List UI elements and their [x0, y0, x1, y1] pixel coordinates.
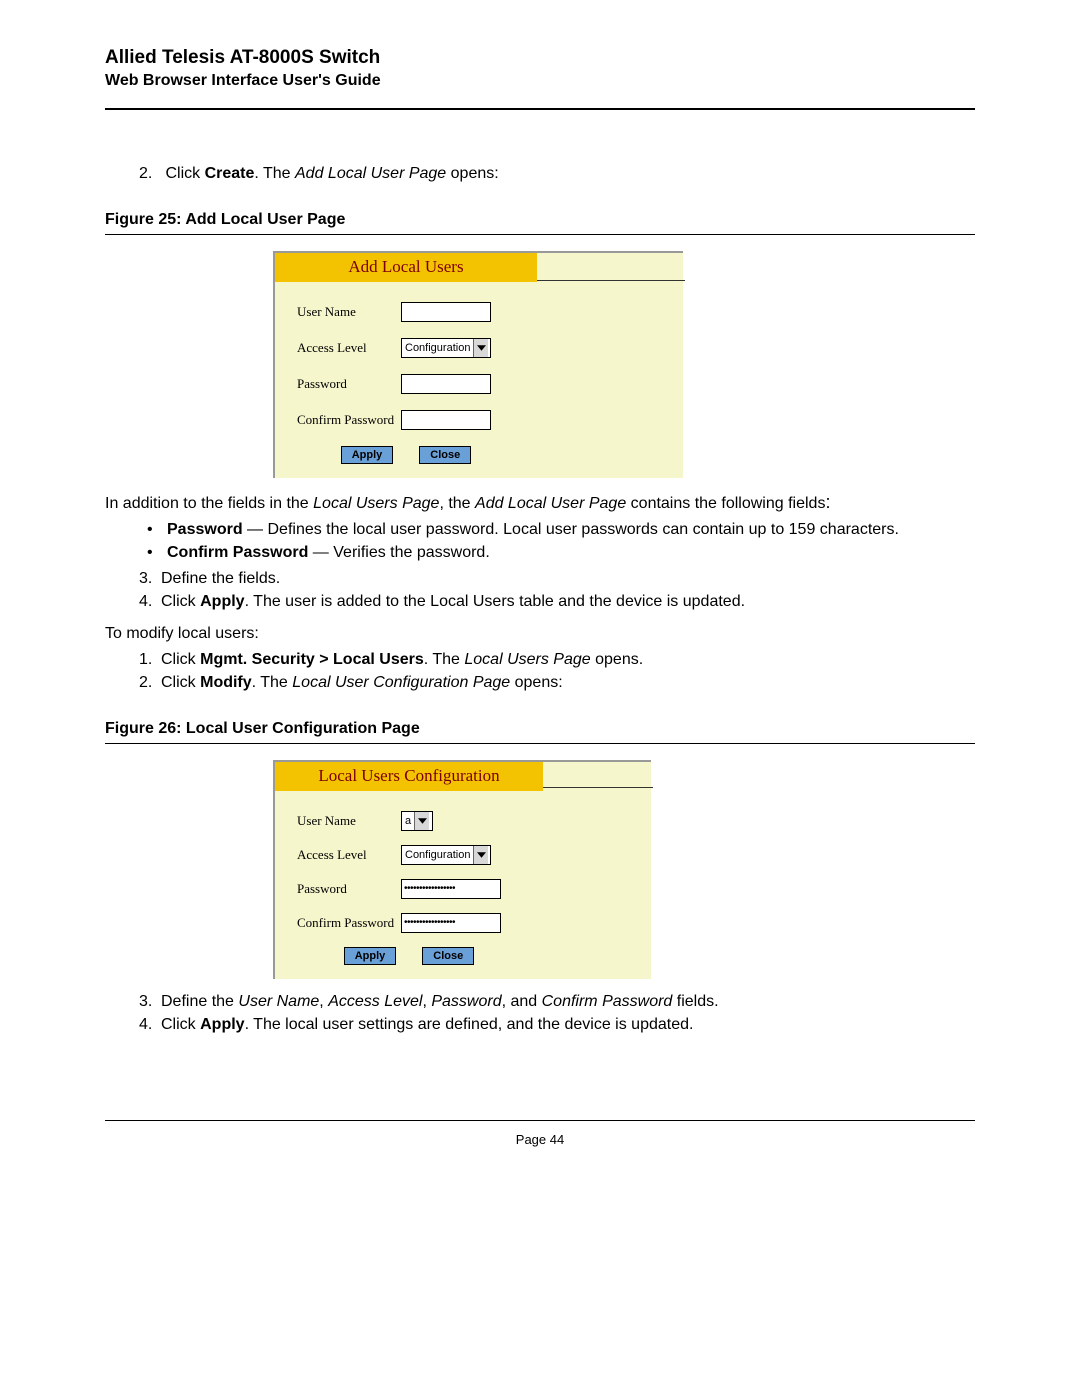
bullet-password: Password — Defines the local user passwo…	[139, 519, 975, 541]
username-select[interactable]: a	[401, 811, 433, 831]
close-button[interactable]: Close	[419, 446, 471, 464]
modify-intro: To modify local users:	[105, 623, 975, 645]
accesslevel-label: Access Level	[297, 847, 401, 863]
close-button[interactable]: Close	[422, 947, 474, 965]
modify-steps: 1.Click Mgmt. Security > Local Users. Th…	[105, 649, 975, 694]
doc-subtitle: Web Browser Interface User's Guide	[105, 72, 975, 90]
accesslevel-label: Access Level	[297, 340, 401, 356]
figure-26-caption: Figure 26: Local User Configuration Page	[105, 720, 975, 738]
modify-step-1: 1.Click Mgmt. Security > Local Users. Th…	[105, 649, 975, 671]
password-input[interactable]	[401, 879, 501, 899]
username-label: User Name	[297, 304, 401, 320]
confirm-password-input[interactable]	[401, 913, 501, 933]
figure-25-caption: Figure 25: Add Local User Page	[105, 211, 975, 229]
steps-after-fig25: 3.Define the fields. 4.Click Apply. The …	[105, 568, 975, 613]
apply-button[interactable]: Apply	[344, 947, 397, 965]
doc-title: Allied Telesis AT-8000S Switch	[105, 47, 975, 69]
step-2: 2. Click Create. The Add Local User Page…	[139, 165, 975, 183]
username-input[interactable]	[401, 302, 491, 322]
confirm-password-label: Confirm Password	[297, 915, 401, 931]
card-title: Local Users Configuration	[275, 762, 543, 791]
step-4b: 4.Click Apply. The local user settings a…	[105, 1014, 975, 1036]
local-users-config-card: Local Users Configuration User Name a Ac…	[273, 760, 651, 979]
apply-button[interactable]: Apply	[341, 446, 394, 464]
step-3: 3.Define the fields.	[105, 568, 975, 590]
field-bullets: Password — Defines the local user passwo…	[139, 519, 975, 564]
header-rule	[105, 108, 975, 110]
add-local-users-card: Add Local Users User Name Access Level C…	[273, 251, 683, 478]
password-label: Password	[297, 881, 401, 897]
step-3b: 3.Define the User Name, Access Level, Pa…	[105, 991, 975, 1013]
page-number: Page 44	[516, 1132, 564, 1147]
chevron-down-icon	[473, 846, 488, 864]
chevron-down-icon	[473, 339, 488, 357]
figure-25: Add Local Users User Name Access Level C…	[105, 251, 975, 478]
confirm-password-label: Confirm Password	[297, 412, 401, 428]
fig25-rule	[105, 234, 975, 235]
chevron-down-icon	[414, 812, 429, 830]
page-footer: Page 44	[0, 1120, 1080, 1149]
username-label: User Name	[297, 813, 401, 829]
steps-after-fig26: 3.Define the User Name, Access Level, Pa…	[105, 991, 975, 1036]
fig26-rule	[105, 743, 975, 744]
fig25-followup: In addition to the fields in the Local U…	[105, 490, 975, 515]
figure-26: Local Users Configuration User Name a Ac…	[105, 760, 975, 979]
confirm-password-input[interactable]	[401, 410, 491, 430]
modify-step-2: 2.Click Modify. The Local User Configura…	[105, 672, 975, 694]
accesslevel-select[interactable]: Configuration	[401, 845, 491, 865]
card-title: Add Local Users	[275, 253, 537, 282]
password-input[interactable]	[401, 374, 491, 394]
step-4: 4.Click Apply. The user is added to the …	[105, 591, 975, 613]
bullet-confirm-password: Confirm Password — Verifies the password…	[139, 542, 975, 564]
password-label: Password	[297, 376, 401, 392]
accesslevel-select[interactable]: Configuration	[401, 338, 491, 358]
